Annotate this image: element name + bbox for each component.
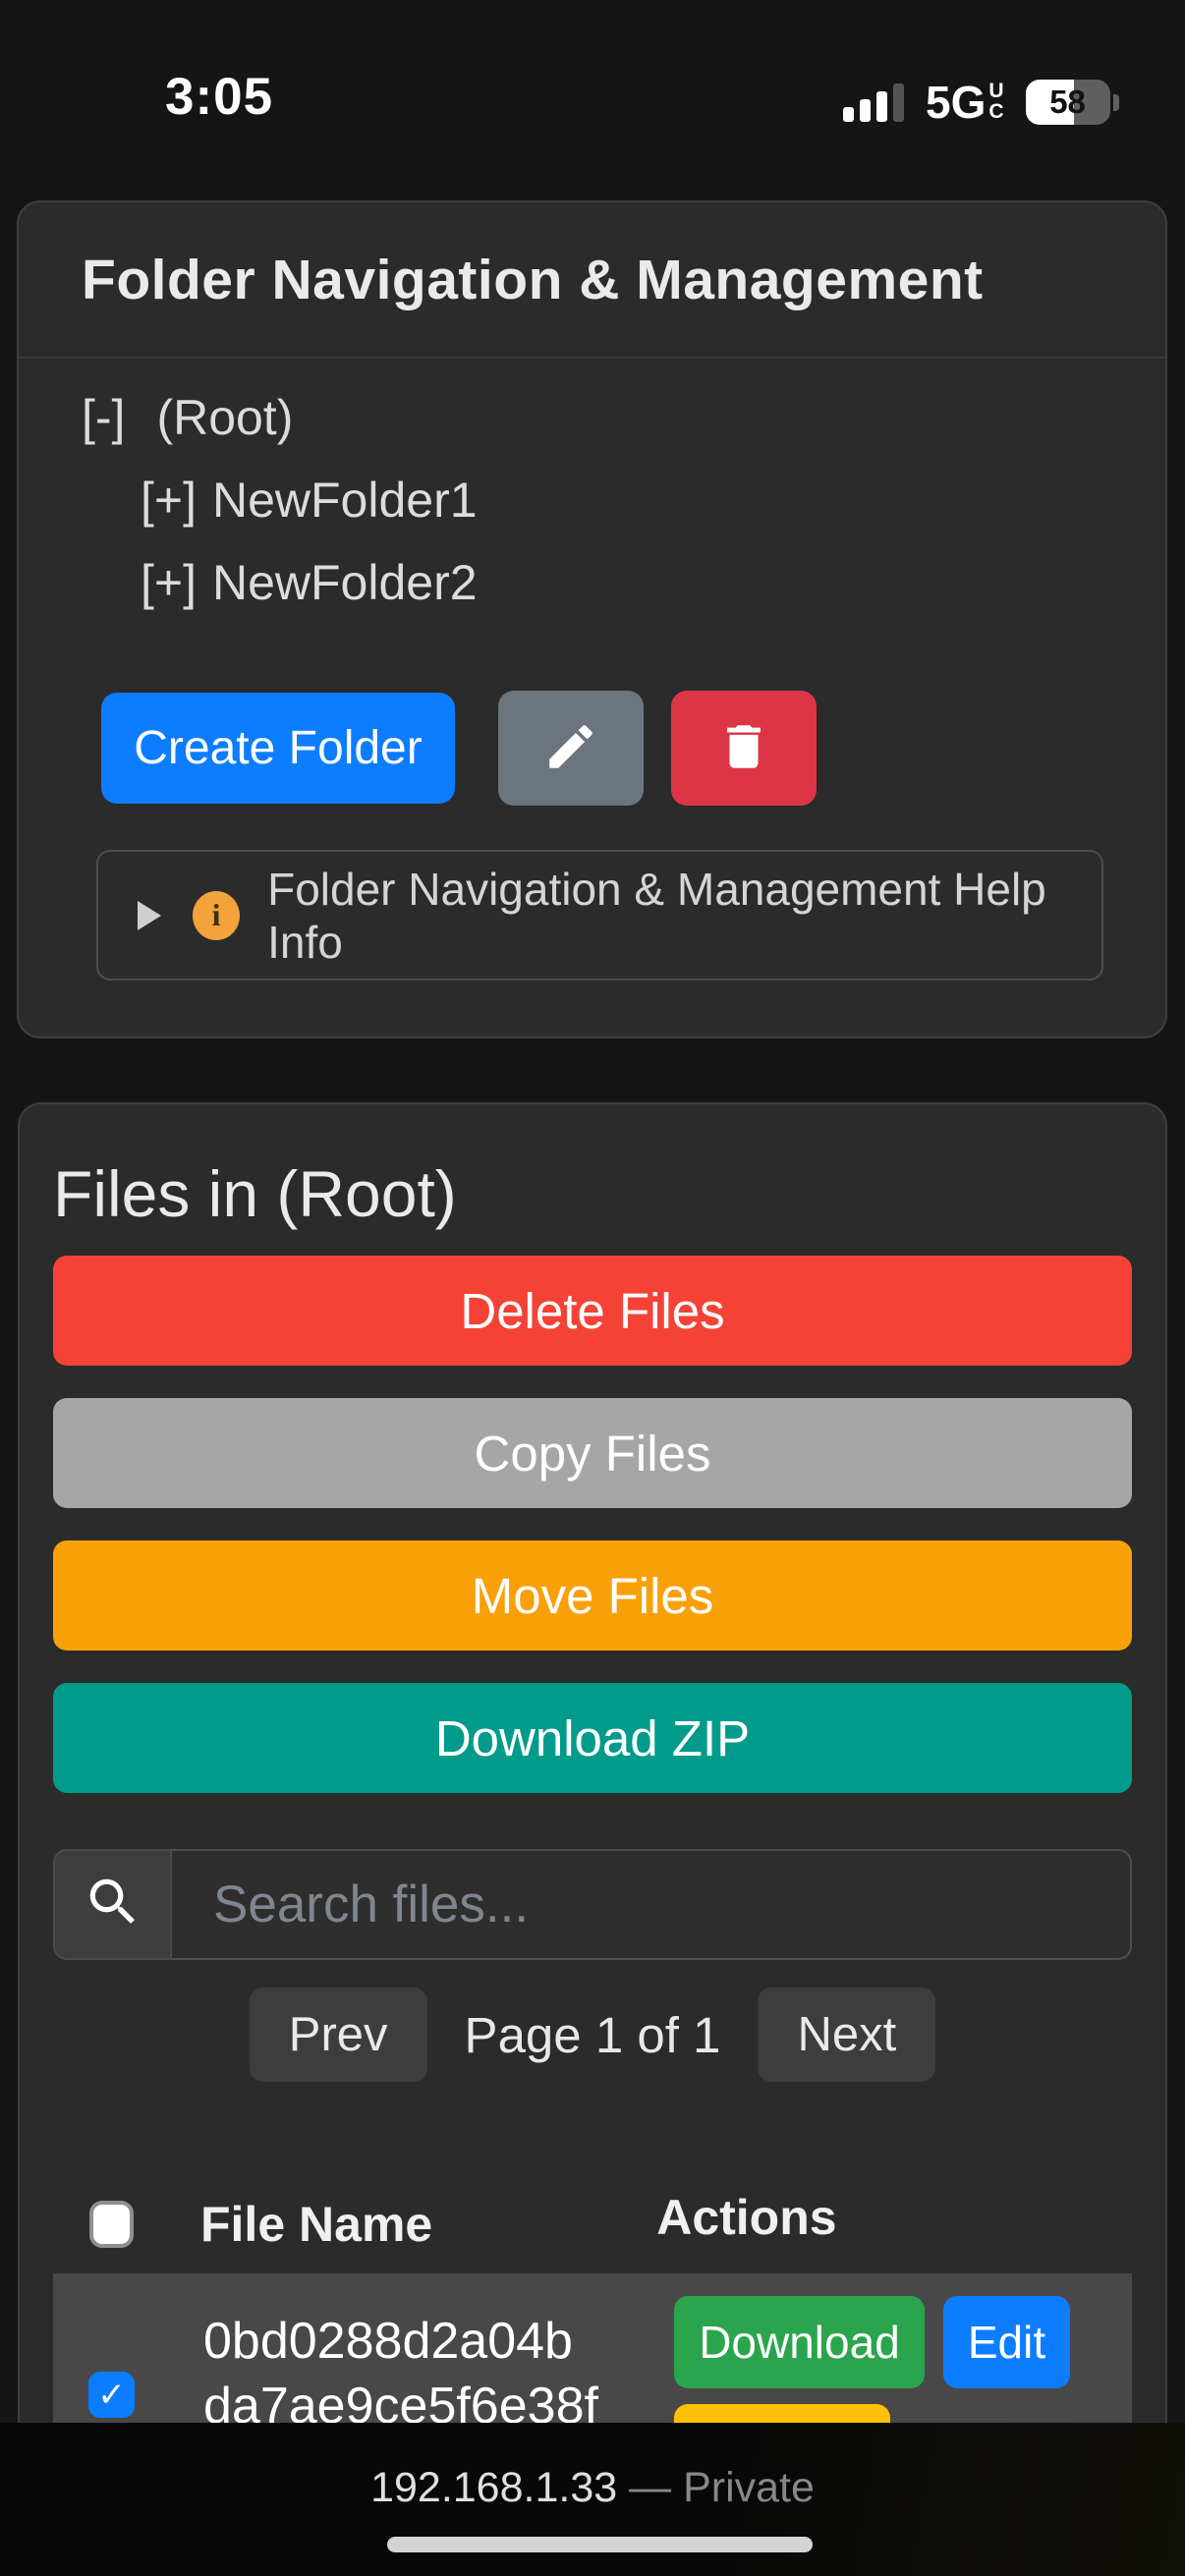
files-card-title: Files in (Root) — [53, 1146, 1132, 1242]
address-bar[interactable]: 192.168.1.33 — Private — [0, 2464, 1185, 2512]
tree-toggle-expand-icon[interactable]: [+] — [141, 554, 197, 611]
search-input[interactable] — [172, 1849, 1132, 1960]
network-subtype-label: U C — [988, 81, 1003, 122]
url-separator: — — [617, 2464, 683, 2511]
tree-item-root[interactable]: [-] (Root) — [82, 376, 1165, 459]
search-button[interactable] — [53, 1849, 172, 1960]
url-text: 192.168.1.33 — [370, 2464, 617, 2511]
edit-file-button[interactable]: Edit — [943, 2296, 1070, 2388]
page-indicator: Page 1 of 1 — [465, 2006, 721, 2064]
cellular-signal-icon — [843, 83, 904, 122]
privacy-label: Private — [683, 2464, 815, 2511]
column-header-actions: Actions — [656, 2189, 836, 2246]
trash-icon — [715, 718, 772, 778]
tree-item-newfolder1[interactable]: [+] NewFolder1 — [141, 459, 1165, 541]
create-folder-button[interactable]: Create Folder — [101, 693, 455, 804]
battery-percent: 58 — [1026, 80, 1110, 125]
select-all-checkbox[interactable] — [89, 2201, 134, 2248]
battery-icon: 58 — [1026, 80, 1119, 125]
download-zip-button[interactable]: Download ZIP — [53, 1683, 1132, 1793]
tree-item-label[interactable]: (Root) — [156, 389, 293, 446]
copy-files-button[interactable]: Copy Files — [53, 1398, 1132, 1508]
iphone-screen: 3:05 5G U C 58 Folder Navigation & Manag… — [0, 0, 1185, 2576]
delete-folder-button[interactable] — [671, 691, 817, 806]
rename-folder-button[interactable] — [498, 691, 644, 806]
download-file-button[interactable]: Download — [674, 2296, 925, 2388]
help-disclosure[interactable]: i Folder Navigation & Management Help In… — [96, 850, 1103, 980]
disclosure-triangle-icon[interactable] — [138, 901, 161, 930]
network-type-label: 5G — [926, 76, 986, 129]
home-indicator[interactable] — [387, 2537, 813, 2552]
file-name-cell: 0bd0288d2a04b da7ae9ce5f6e38f — [203, 2309, 598, 2438]
row-checkbox-checked[interactable]: ✓ — [88, 2372, 135, 2418]
prev-page-button[interactable]: Prev — [250, 1988, 427, 2082]
tree-item-label[interactable]: NewFolder2 — [212, 554, 478, 611]
status-time: 3:05 — [165, 67, 273, 127]
files-card: Files in (Root) Delete Files Copy Files … — [18, 1102, 1167, 2497]
pencil-icon — [542, 718, 599, 778]
file-table-header: File Name Actions — [53, 2175, 1132, 2273]
move-files-button[interactable]: Move Files — [53, 1540, 1132, 1651]
tree-item-label[interactable]: NewFolder1 — [212, 472, 478, 529]
battery-nub — [1113, 94, 1119, 111]
info-icon: i — [193, 891, 240, 940]
tree-toggle-expand-icon[interactable]: [+] — [141, 472, 197, 529]
next-page-button[interactable]: Next — [758, 1988, 935, 2082]
delete-files-button[interactable]: Delete Files — [53, 1256, 1132, 1366]
folder-card-header: Folder Navigation & Management — [19, 202, 1165, 359]
folder-card-title: Folder Navigation & Management — [82, 248, 984, 312]
tree-toggle-collapse-icon[interactable]: [-] — [82, 389, 125, 446]
folder-management-card: Folder Navigation & Management [-] (Root… — [17, 200, 1167, 1038]
search-icon — [83, 1872, 143, 1937]
column-header-file-name: File Name — [200, 2196, 432, 2253]
status-icons: 5G U C 58 — [843, 73, 1119, 132]
browser-bottom-bar: 192.168.1.33 — Private — [0, 2423, 1185, 2576]
tree-item-newfolder2[interactable]: [+] NewFolder2 — [141, 541, 1165, 624]
help-summary-label[interactable]: Folder Navigation & Management Help Info — [267, 863, 1101, 969]
network-type-indicator: 5G U C — [926, 76, 1004, 129]
